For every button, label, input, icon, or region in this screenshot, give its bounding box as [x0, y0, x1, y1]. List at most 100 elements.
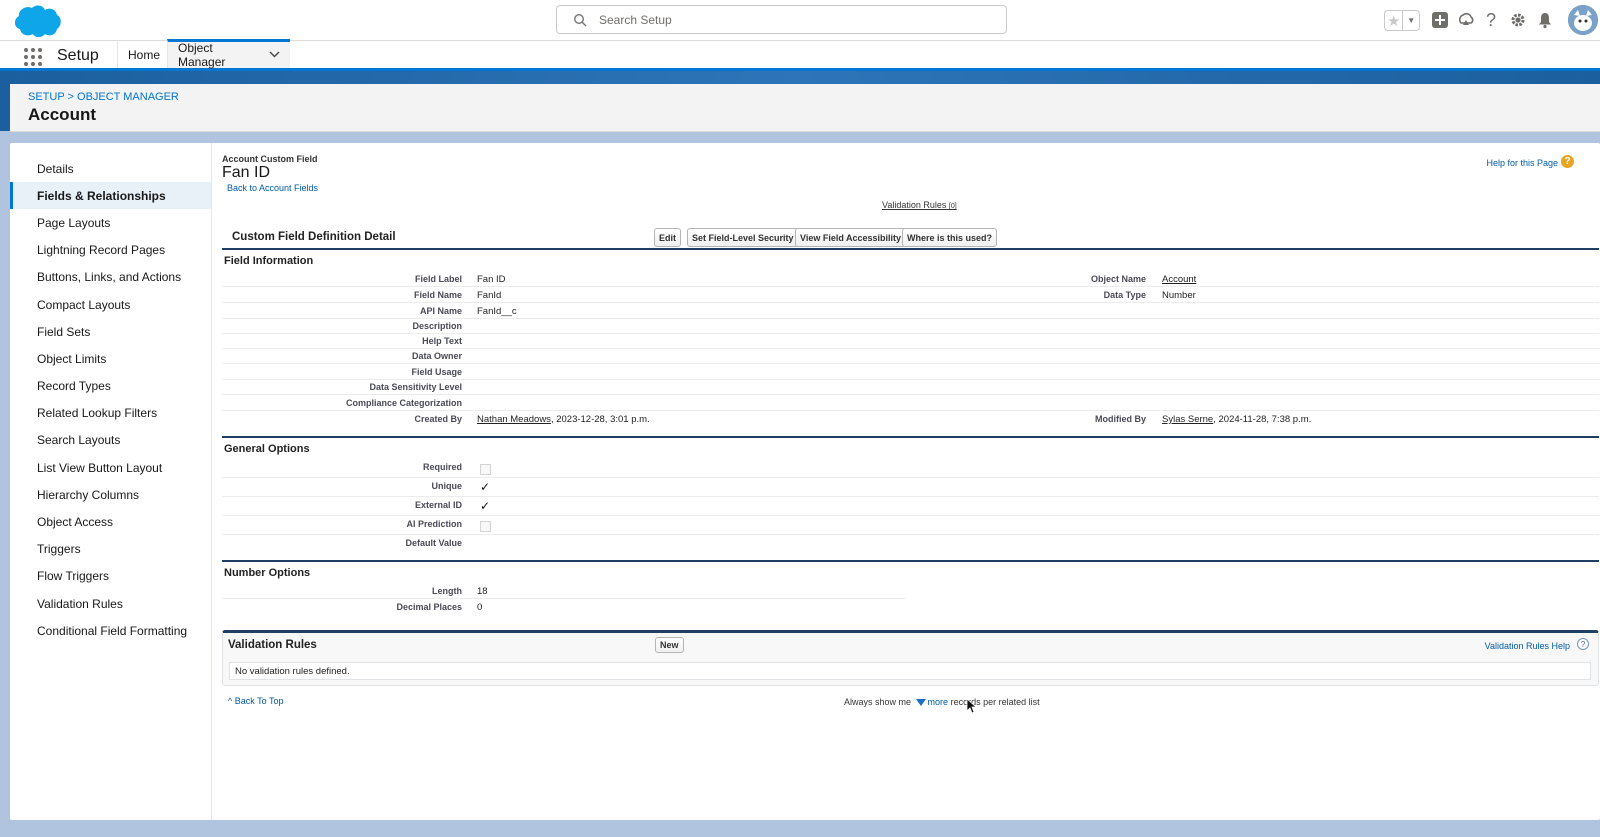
- salesforce-logo[interactable]: [12, 4, 62, 38]
- notifications-bell-icon[interactable]: [1535, 10, 1555, 30]
- sidebar-item-label: Buttons, Links, and Actions: [37, 270, 182, 285]
- trailhead-icon[interactable]: [1456, 10, 1476, 30]
- sidebar-item-label: List View Button Layout: [37, 460, 163, 475]
- row-description: Description: [222, 318, 1599, 334]
- chevron-down-icon[interactable]: [269, 50, 280, 61]
- new-validation-rule-button[interactable]: New: [655, 637, 684, 653]
- sidebar-item-label: Details: [37, 161, 74, 176]
- sidebar-item-label: Fields & Relationships: [37, 188, 166, 203]
- sidebar-item-label: Field Sets: [37, 324, 91, 339]
- edit-button[interactable]: Edit: [654, 228, 681, 247]
- required-label: Required: [422, 462, 462, 472]
- length-label: Length: [432, 586, 462, 596]
- sidebar-item-label: Page Layouts: [37, 215, 111, 230]
- data-type-label: Data Type: [1103, 290, 1146, 300]
- sidebar-item-fields-relationships[interactable]: Fields & Relationships: [10, 182, 211, 210]
- row-unique: Unique ✓: [222, 478, 1599, 497]
- caret-up-icon: ^: [228, 696, 233, 706]
- tab-object-manager[interactable]: Object Manager: [167, 39, 290, 69]
- global-header: ★ ▼ ?: [0, 0, 1600, 41]
- related-link-count: [0]: [948, 203, 957, 210]
- back-to-top-link[interactable]: ^ Back To Top: [228, 696, 283, 706]
- where-is-this-used-button[interactable]: Where is this used?: [902, 228, 998, 247]
- sidebar-item-label: Triggers: [37, 542, 81, 557]
- user-avatar[interactable]: [1568, 5, 1598, 35]
- created-by-date: , 2023-12-28, 3:01 p.m.: [550, 414, 650, 425]
- context-bar: Setup Home Object Manager: [0, 39, 1600, 71]
- view-field-accessibility-button[interactable]: View Field Accessibility: [795, 228, 907, 247]
- sidebar-item-related-lookup-filters[interactable]: Related Lookup Filters: [10, 400, 211, 427]
- set-field-level-security-button[interactable]: Set Field-Level Security: [687, 228, 799, 247]
- sidebar-item-triggers[interactable]: Triggers: [10, 536, 211, 563]
- no-validation-rules-message: No validation rules defined.: [229, 662, 1591, 680]
- field-title: Fan ID: [222, 164, 271, 181]
- modified-by-label: Modified By: [1095, 414, 1146, 424]
- required-checkbox: [480, 464, 491, 475]
- section-general-options: General Options: [224, 443, 310, 455]
- row-decimal-places: Decimal Places 0: [222, 599, 906, 615]
- object-name-link[interactable]: Account: [1162, 274, 1196, 285]
- gear-icon[interactable]: [1508, 10, 1528, 30]
- favorites-dropdown-icon[interactable]: ▼: [1403, 11, 1419, 30]
- help-icon[interactable]: ?: [1481, 10, 1501, 30]
- validation-rules-help-link[interactable]: Validation Rules Help: [1485, 641, 1570, 651]
- global-actions-icon[interactable]: [1430, 10, 1450, 30]
- section-number-options: Number Options: [224, 567, 311, 579]
- triangle-down-icon[interactable]: [915, 699, 926, 706]
- field-type-label: Account Custom Field: [222, 154, 318, 164]
- main-card: Details Fields & Relationships Page Layo…: [10, 143, 1600, 820]
- related-list-link-validation-rules[interactable]: Validation Rules [0]: [882, 200, 957, 210]
- sidebar-item-hierarchy-columns[interactable]: Hierarchy Columns: [10, 481, 211, 508]
- row-ai-prediction: AI Prediction: [222, 516, 1599, 535]
- field-usage-label: Field Usage: [411, 367, 462, 377]
- breadcrumb[interactable]: SETUP > OBJECT MANAGER: [28, 91, 179, 103]
- app-launcher-icon[interactable]: [24, 48, 42, 66]
- row-api-name: API Name FanId__c: [222, 303, 1599, 319]
- sidebar-item-label: Validation Rules: [37, 596, 123, 611]
- sidebar-item-validation-rules[interactable]: Validation Rules: [10, 590, 211, 617]
- sidebar-item-conditional-field-formatting[interactable]: Conditional Field Formatting: [10, 617, 211, 644]
- sidebar-item-object-access[interactable]: Object Access: [10, 508, 211, 535]
- help-question-icon[interactable]: ?: [1561, 155, 1574, 168]
- created-by-user-link[interactable]: Nathan Meadows: [477, 414, 551, 425]
- row-data-sensitivity: Data Sensitivity Level: [222, 379, 1599, 395]
- sidebar-item-record-types[interactable]: Record Types: [10, 373, 211, 400]
- modified-by-user-link[interactable]: Sylas Serne: [1162, 414, 1213, 425]
- row-data-owner: Data Owner: [222, 348, 1599, 364]
- tab-home[interactable]: Home: [117, 41, 170, 68]
- back-to-fields-link[interactable]: Back to Account Fields: [227, 183, 318, 193]
- data-owner-label: Data Owner: [411, 351, 462, 361]
- sidebar-item-list-view-button-layout[interactable]: List View Button Layout: [10, 454, 211, 481]
- api-name-label: API Name: [419, 306, 462, 316]
- row-field-usage: Field Usage: [222, 364, 1599, 380]
- help-for-page-link[interactable]: Help for this Page: [1486, 158, 1558, 168]
- sidebar-item-label: Flow Triggers: [37, 569, 110, 584]
- sidebar-item-details[interactable]: Details: [10, 155, 211, 182]
- back-to-top-label: Back To Top: [234, 696, 284, 706]
- help-question-icon[interactable]: ?: [1577, 638, 1589, 650]
- sidebar-item-field-sets[interactable]: Field Sets: [10, 318, 211, 345]
- field-label-label: Field Label: [414, 274, 462, 284]
- sidebar-item-label: Lightning Record Pages: [37, 243, 166, 258]
- row-length: Length 18: [222, 583, 906, 599]
- detail-header: Custom Field Definition Detail Edit Set …: [222, 224, 1599, 250]
- tab-home-label: Home: [128, 47, 161, 62]
- always-show-suffix: records per related list: [950, 697, 1040, 707]
- validation-rules-related-list: Validation Rules New Validation Rules He…: [222, 630, 1599, 686]
- sidebar-item-compact-layouts[interactable]: Compact Layouts: [10, 291, 211, 318]
- sidebar-item-label: Hierarchy Columns: [37, 487, 140, 502]
- app-name: Setup: [57, 47, 99, 64]
- more-records-link[interactable]: more: [928, 697, 949, 707]
- unique-checkmark-icon: ✓: [480, 480, 491, 494]
- sidebar-item-label: Related Lookup Filters: [37, 406, 158, 421]
- favorites-star-icon[interactable]: ★: [1385, 11, 1404, 30]
- sidebar-item-page-layouts[interactable]: Page Layouts: [10, 209, 211, 236]
- search-input[interactable]: [599, 10, 999, 29]
- unique-label: Unique: [431, 481, 463, 491]
- sidebar-item-object-limits[interactable]: Object Limits: [10, 345, 211, 372]
- sidebar-item-lightning-record-pages[interactable]: Lightning Record Pages: [10, 237, 211, 264]
- sidebar-item-search-layouts[interactable]: Search Layouts: [10, 427, 211, 454]
- sidebar-item-buttons-links-actions[interactable]: Buttons, Links, and Actions: [10, 264, 211, 291]
- setup-search-box[interactable]: [556, 5, 1007, 34]
- sidebar-item-flow-triggers[interactable]: Flow Triggers: [10, 563, 211, 590]
